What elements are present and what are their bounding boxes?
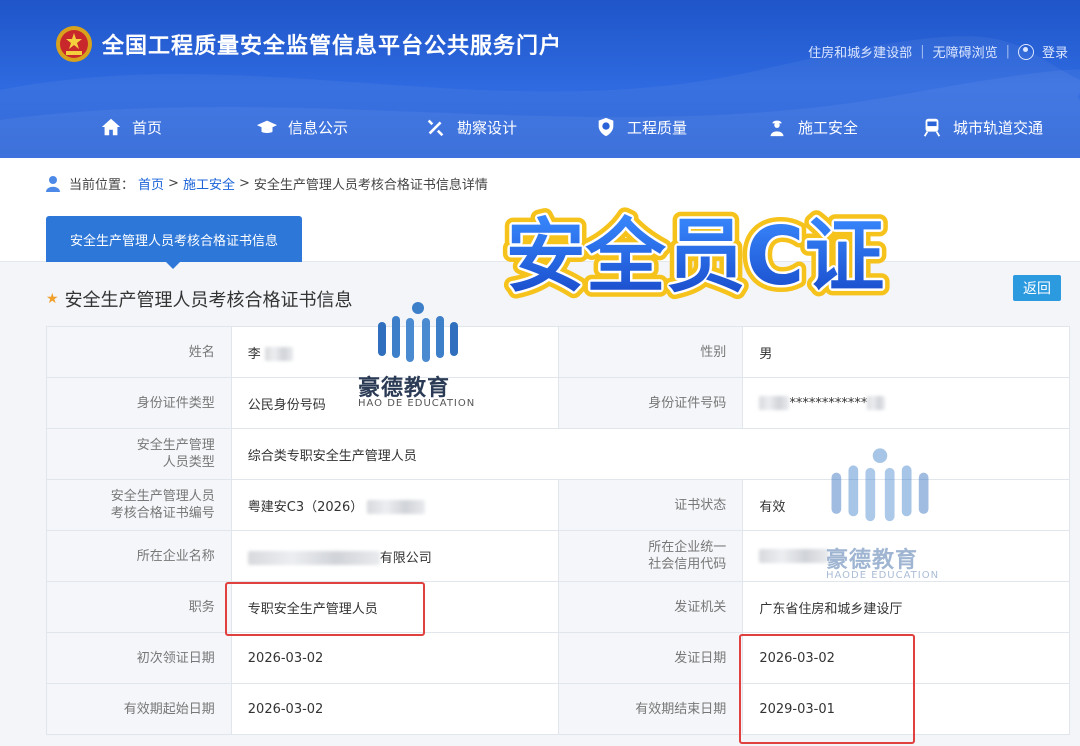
- book-logo-icon: [378, 302, 458, 362]
- nav-label: 工程质量: [627, 118, 688, 137]
- staff-type-label: 安全生产管理 人员类型: [46, 428, 232, 480]
- gender-label: 性别: [557, 326, 744, 378]
- id-number-label: 身份证件号码: [557, 377, 744, 429]
- nav-label: 信息公示: [288, 118, 349, 137]
- table-row: 姓名 李 性别 男: [46, 326, 1070, 378]
- nav-label: 首页: [132, 118, 163, 137]
- nav-item-rail-transit[interactable]: 城市轨道交通: [921, 116, 1043, 138]
- home-icon: [101, 118, 121, 136]
- highlight-box-position: [225, 582, 425, 636]
- nav-label: 施工安全: [798, 118, 859, 137]
- cert-number-value: 粤建安C3（2026）: [230, 479, 559, 531]
- company-text: 有限公司: [379, 550, 432, 566]
- site-header: 全国工程质量安全监管信息平台公共服务门户 住房和城乡建设部 | 无障碍浏览 | …: [0, 0, 1080, 158]
- back-button[interactable]: 返回: [1013, 275, 1061, 301]
- valid-start-label: 有效期起始日期: [46, 683, 232, 735]
- cert-status-label: 证书状态: [557, 479, 744, 531]
- id-number-value: ************: [742, 377, 1070, 429]
- id-number-mask: ************: [789, 395, 868, 411]
- name-label: 姓名: [46, 326, 232, 378]
- nav-item-survey-design[interactable]: 勘察设计: [425, 116, 517, 138]
- login-link[interactable]: 登录: [1042, 42, 1068, 61]
- breadcrumb-home[interactable]: 首页: [138, 174, 164, 193]
- watermark-subtitle: HAODE EDUCATION: [826, 570, 940, 581]
- table-row: 身份证件类型 公民身份号码 身份证件号码 ************: [46, 377, 1070, 429]
- cert-number-label: 安全生产管理人员 考核合格证书编号: [46, 479, 232, 531]
- first-issue-date-value: 2026-03-02: [230, 632, 559, 684]
- label-line: 安全生产管理: [136, 438, 215, 453]
- label-line: 安全生产管理人员: [110, 489, 215, 504]
- gender-value: 男: [742, 326, 1070, 378]
- cert-banner-overlay: 安全员C证 安全员C证: [499, 203, 892, 310]
- issuer-label: 发证机关: [557, 581, 744, 633]
- table-row: 有效期起始日期 2026-03-02 有效期结束日期 2029-03-01: [46, 683, 1070, 735]
- label-line: 所在企业统一: [648, 540, 727, 555]
- tab-cert-info[interactable]: 安全生产管理人员考核合格证书信息: [46, 216, 302, 269]
- credit-code-label: 所在企业统一 社会信用代码: [557, 530, 744, 582]
- breadcrumb-sep: >: [238, 176, 250, 191]
- breadcrumb: 当前位置： 首页 > 施工安全 > 安全生产管理人员考核合格证书信息详情: [45, 174, 488, 193]
- cert-number-text: 粤建安C3（2026）: [247, 499, 364, 515]
- company-label: 所在企业名称: [46, 530, 232, 582]
- star-icon: ★: [46, 291, 59, 307]
- highlight-box-dates: [739, 634, 915, 744]
- shield-check-icon: [598, 117, 614, 137]
- issuer-value: 广东省住房和城乡建设厅: [742, 581, 1070, 633]
- site-title: 全国工程质量安全监管信息平台公共服务门户: [102, 34, 563, 59]
- label-line: 社会信用代码: [648, 557, 727, 572]
- watermark-subtitle: HAO DE EDUCATION: [358, 398, 476, 409]
- cert-info-table: 姓名 李 性别 男 身份证件类型 公民身份号码 身份证件号码 *********…: [46, 326, 1071, 735]
- ministry-link[interactable]: 住房和城乡建设部: [808, 42, 912, 61]
- nav-item-info-public[interactable]: 信息公示: [256, 116, 348, 138]
- accessibility-link[interactable]: 无障碍浏览: [933, 42, 998, 61]
- first-issue-date-label: 初次领证日期: [46, 632, 232, 684]
- table-row: 职务 专职安全生产管理人员 发证机关 广东省住房和城乡建设厅: [46, 581, 1070, 633]
- section-heading: ★ 安全生产管理人员考核合格证书信息: [46, 286, 353, 312]
- label-line: 考核合格证书编号: [110, 506, 215, 521]
- train-icon: [923, 118, 941, 137]
- top-links: 住房和城乡建设部 | 无障碍浏览 | 登录: [808, 42, 1068, 61]
- valid-start-value: 2026-03-02: [230, 683, 559, 735]
- issue-date-label: 发证日期: [557, 632, 744, 684]
- breadcrumb-current: 安全生产管理人员考核合格证书信息详情: [253, 178, 488, 193]
- redacted-blur: [759, 396, 790, 410]
- company-value: 有限公司: [230, 530, 559, 582]
- table-row: 初次领证日期 2026-03-02 发证日期 2026-03-02: [46, 632, 1070, 684]
- breadcrumb-prefix: 当前位置：: [69, 178, 135, 193]
- redacted-blur: [247, 551, 380, 565]
- nav-item-construction-safety[interactable]: 施工安全: [766, 116, 858, 138]
- nav-label: 城市轨道交通: [953, 118, 1044, 137]
- mortarboard-icon: [256, 120, 278, 133]
- label-line: 人员类型: [162, 455, 215, 470]
- valid-end-label: 有效期结束日期: [557, 683, 744, 735]
- name-text: 李: [247, 346, 261, 362]
- worker-icon: [770, 120, 784, 137]
- main-nav: 首页 信息公示 勘察设计 工程质量 施工安全 城市轨道交通: [0, 108, 1080, 148]
- breadcrumb-sep: >: [168, 176, 179, 191]
- location-person-icon: [46, 175, 60, 192]
- nav-label: 勘察设计: [457, 118, 518, 137]
- position-label: 职务: [46, 581, 232, 633]
- breadcrumb-section[interactable]: 施工安全: [183, 174, 235, 193]
- redacted-blur: [367, 500, 426, 514]
- national-emblem-icon: [56, 26, 92, 62]
- redacted-blur: [759, 549, 830, 563]
- id-type-label: 身份证件类型: [46, 377, 232, 429]
- book-logo-icon: [831, 448, 929, 522]
- section-title: 安全生产管理人员考核合格证书信息: [64, 290, 353, 311]
- divider: |: [1005, 44, 1010, 59]
- redacted-blur: [264, 347, 293, 361]
- divider: |: [920, 44, 925, 59]
- nav-item-home[interactable]: 首页: [100, 116, 162, 138]
- tools-icon: [427, 119, 444, 137]
- staff-type-value: 综合类专职安全生产管理人员: [230, 428, 1071, 480]
- redacted-blur: [867, 396, 886, 410]
- banner-text: 安全员C证: [506, 210, 885, 303]
- nav-item-quality[interactable]: 工程质量: [595, 116, 687, 138]
- user-icon[interactable]: [1017, 43, 1034, 60]
